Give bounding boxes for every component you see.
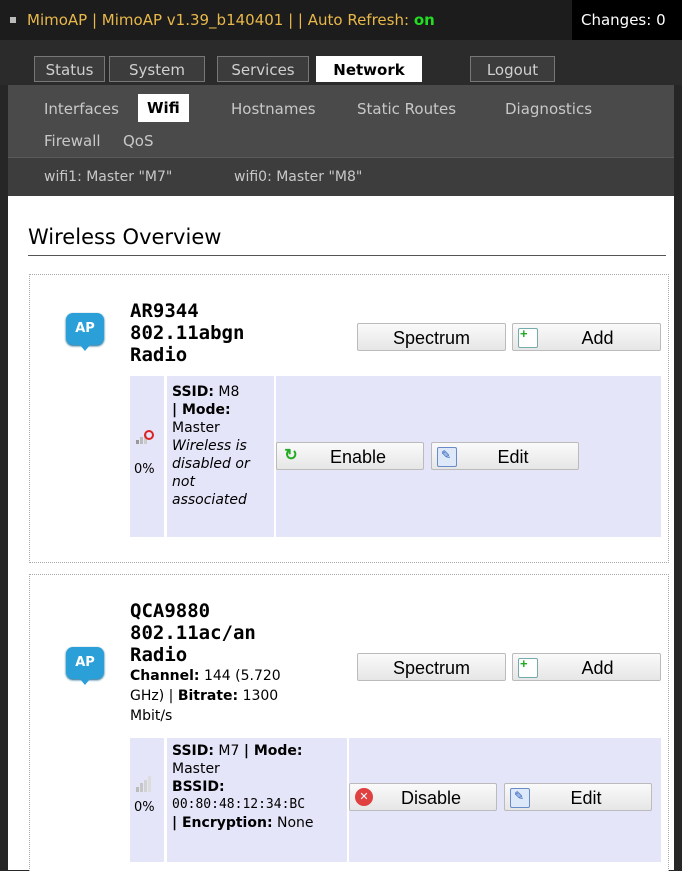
- ssid-info: SSID: M7 | Mode: Master BSSID: 00:80:48:…: [172, 742, 350, 832]
- edit-button[interactable]: ✎ Edit: [504, 783, 652, 811]
- app-title: MimoAP | MimoAP v1.39_b140401 | | Auto R…: [27, 11, 435, 29]
- device-name-line: Radio: [130, 344, 188, 366]
- disable-label: Disable: [400, 788, 462, 808]
- status-text: disabled or: [172, 456, 250, 472]
- signal-percent: 0%: [134, 462, 155, 477]
- add-label: Add: [581, 328, 614, 348]
- refresh-icon: ↻: [284, 447, 298, 464]
- bitrate-label: Bitrate:: [177, 688, 239, 704]
- mode-label: | Mode:: [172, 402, 231, 418]
- top-bar: MimoAP | MimoAP v1.39_b140401 | | Auto R…: [0, 0, 682, 40]
- signal-percent: 0%: [134, 800, 155, 815]
- encryption-label: | Encryption:: [172, 815, 273, 831]
- tab-services[interactable]: Services: [217, 56, 309, 82]
- spectrum-button[interactable]: Spectrum: [357, 323, 506, 351]
- encryption-value: None: [277, 815, 314, 831]
- changes-counter[interactable]: Changes: 0: [572, 0, 682, 40]
- add-label: Add: [581, 658, 614, 678]
- radio-tab-wifi1[interactable]: wifi1: Master "M7": [44, 169, 172, 185]
- bssid-value: 00:80:48:12:34:BC: [172, 797, 306, 812]
- actions-panel: ↻ Enable ✎ Edit: [276, 376, 661, 537]
- subtab-diagnostics[interactable]: Diagnostics: [505, 100, 592, 118]
- channel-value: 144 (5.720: [203, 668, 281, 684]
- tab-network[interactable]: Network: [316, 56, 422, 82]
- ssid-value: M8: [218, 384, 240, 400]
- disable-icon: ✕: [355, 788, 373, 806]
- subtab-interfaces[interactable]: Interfaces: [44, 100, 119, 118]
- tab-logout[interactable]: Logout: [470, 56, 555, 82]
- ssid-label: SSID:: [172, 743, 214, 759]
- mode-value: Master: [172, 420, 220, 436]
- add-button[interactable]: + Add: [512, 653, 661, 681]
- bitrate-value: 1300: [242, 688, 279, 704]
- auto-refresh-toggle[interactable]: on: [414, 11, 435, 29]
- enable-label: Enable: [329, 447, 387, 467]
- edit-label: Edit: [497, 447, 529, 467]
- actions-panel: ✕ Disable ✎ Edit: [349, 738, 661, 862]
- radio-tab-wifi0[interactable]: wifi0: Master "M8": [234, 169, 362, 185]
- status-text: associated: [172, 492, 247, 508]
- add-network-icon: +: [518, 657, 538, 678]
- radio-tabs: wifi1: Master "M7" wifi0: Master "M8": [8, 157, 674, 196]
- device-name: QCA9880 802.11ac/an Radio: [130, 600, 256, 666]
- spectrum-button[interactable]: Spectrum: [357, 653, 506, 681]
- device-name-line: AR9344: [130, 300, 199, 322]
- main-tabs: Status System Services Network Logout: [0, 40, 682, 85]
- tab-system[interactable]: System: [109, 56, 205, 82]
- bitrate-unit: Mbit/s: [130, 708, 173, 724]
- bssid-label: BSSID:: [172, 779, 225, 795]
- content-frame: Interfaces Wifi Hostnames Static Routes …: [8, 85, 674, 871]
- device-card: AP QCA9880 802.11ac/an Radio Channel: 14…: [29, 574, 669, 871]
- mode-label: | Mode:: [243, 743, 303, 759]
- subtab-qos[interactable]: QoS: [123, 132, 154, 150]
- app-title-text: MimoAP | MimoAP v1.39_b140401 | | Auto R…: [27, 11, 414, 29]
- ap-device-icon: AP: [66, 313, 104, 351]
- ssid-panel: SSID: M8 | Mode: Master Wireless is disa…: [167, 376, 274, 537]
- signal-bars-icon: [136, 776, 154, 792]
- edit-button[interactable]: ✎ Edit: [431, 442, 579, 470]
- subtab-firewall[interactable]: Firewall: [44, 132, 101, 150]
- channel-unit: GHz) |: [130, 688, 178, 704]
- edit-label: Edit: [570, 788, 602, 808]
- device-name-line: Radio: [130, 644, 188, 666]
- subtab-hostnames[interactable]: Hostnames: [231, 100, 316, 118]
- menu-square-icon: [10, 17, 16, 23]
- network-subnav: Interfaces Wifi Hostnames Static Routes …: [8, 85, 674, 157]
- signal-cell: 0%: [130, 376, 164, 537]
- device-name: AR9344 802.11abgn Radio: [130, 300, 244, 366]
- device-channel-info: Channel: 144 (5.720 GHz) | Bitrate: 1300…: [130, 666, 330, 726]
- signal-cell: 0%: [130, 738, 164, 862]
- status-text: Wireless is: [172, 438, 247, 454]
- subtab-wifi[interactable]: Wifi: [138, 94, 189, 122]
- page-title: Wireless Overview: [28, 225, 222, 249]
- status-text: not: [172, 474, 195, 490]
- disable-button[interactable]: ✕ Disable: [349, 783, 497, 811]
- signal-disabled-icon: [136, 428, 154, 444]
- ssid-label: SSID:: [172, 384, 214, 400]
- add-button[interactable]: + Add: [512, 323, 661, 351]
- enable-button[interactable]: ↻ Enable: [276, 442, 424, 470]
- device-name-line: 802.11abgn: [130, 322, 245, 344]
- add-network-icon: +: [518, 327, 538, 348]
- edit-icon: ✎: [510, 788, 530, 808]
- channel-label: Channel:: [130, 668, 200, 684]
- tab-status[interactable]: Status: [34, 56, 105, 82]
- subtab-static-routes[interactable]: Static Routes: [357, 100, 456, 118]
- device-name-line: QCA9880: [130, 600, 211, 622]
- edit-icon: ✎: [437, 447, 457, 467]
- ssid-info: SSID: M8 | Mode: Master Wireless is disa…: [172, 383, 274, 509]
- ssid-panel: SSID: M7 | Mode: Master BSSID: 00:80:48:…: [167, 738, 347, 862]
- ap-device-icon: AP: [66, 647, 104, 685]
- device-card: AP AR9344 802.11abgn Radio Spectrum + Ad…: [29, 274, 669, 563]
- title-divider: [28, 255, 666, 256]
- ssid-value: M7: [218, 743, 240, 759]
- mode-value: Master: [172, 761, 220, 777]
- device-name-line: 802.11ac/an: [130, 622, 256, 644]
